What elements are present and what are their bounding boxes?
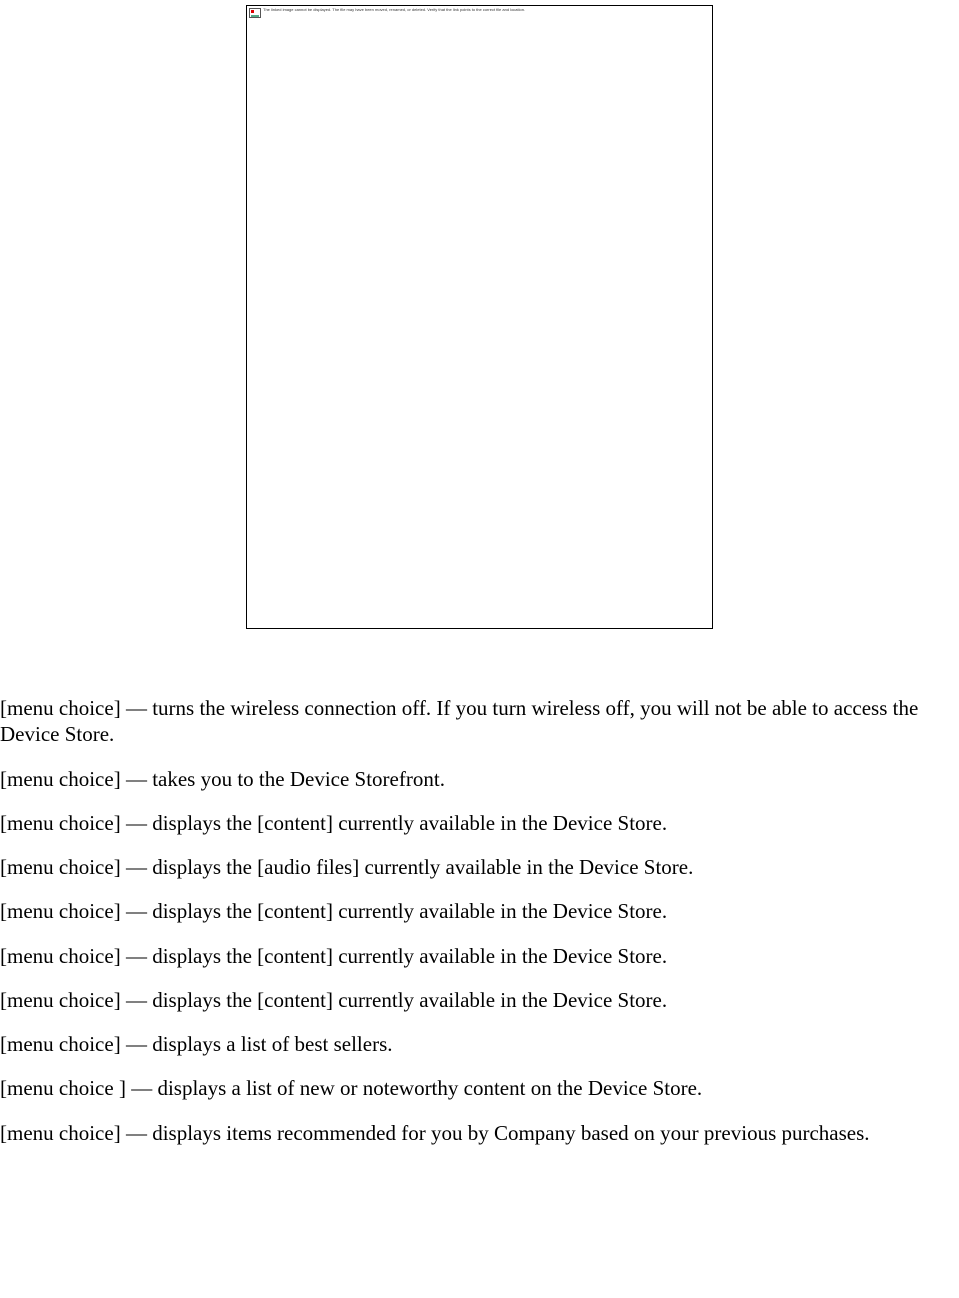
menu-entry: [menu choice] — displays the [content] c… — [0, 987, 959, 1013]
menu-entry: [menu choice] — displays items recommend… — [0, 1120, 959, 1146]
broken-image-text: The linked image cannot be displayed. Th… — [263, 8, 525, 12]
menu-entry: [menu choice ] — displays a list of new … — [0, 1075, 959, 1101]
document-content: [menu choice] — turns the wireless conne… — [0, 695, 959, 1146]
menu-entry: [menu choice] — displays a list of best … — [0, 1031, 959, 1057]
menu-entry: [menu choice] — displays the [content] c… — [0, 810, 959, 836]
image-placeholder: The linked image cannot be displayed. Th… — [246, 5, 713, 629]
broken-image-icon — [249, 8, 261, 18]
menu-entry: [menu choice] — turns the wireless conne… — [0, 695, 959, 748]
menu-entry: [menu choice] — takes you to the Device … — [0, 766, 959, 792]
menu-entry: [menu choice] — displays the [content] c… — [0, 898, 959, 924]
menu-entry: [menu choice] — displays the [audio file… — [0, 854, 959, 880]
menu-entry: [menu choice] — displays the [content] c… — [0, 943, 959, 969]
